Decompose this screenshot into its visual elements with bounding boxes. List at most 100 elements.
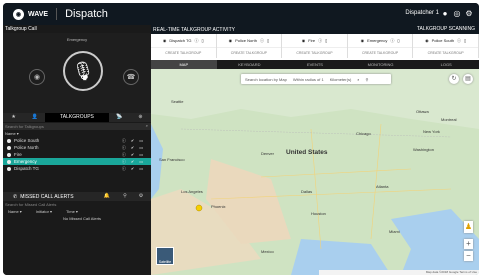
empty-message: No Missed Call Alerts xyxy=(63,216,102,221)
check-icon[interactable]: ✔ xyxy=(131,165,134,172)
info-icon[interactable]: ⓘ xyxy=(195,38,199,44)
talkgroup-search-input[interactable]: Search for Talkgroups ⌕ xyxy=(3,123,151,130)
list-item[interactable]: Dispatch TG ⓘ ✔ ▭ xyxy=(3,165,151,172)
radius-label[interactable]: Within radius of 1 xyxy=(293,77,324,82)
message-icon[interactable]: ▭ xyxy=(139,144,143,151)
channel-slot: ◉ Fire ⓘ ▯ CREATE TALKGROUP xyxy=(282,34,348,58)
col-initiator[interactable]: Initiator ▾ xyxy=(36,209,52,214)
channel-name: Emergency xyxy=(367,38,388,43)
info-icon[interactable]: ⓘ xyxy=(122,144,126,151)
mute-icon[interactable]: ▯ xyxy=(325,38,327,43)
message-icon[interactable]: ▭ xyxy=(139,165,143,172)
message-icon[interactable]: ▭ xyxy=(139,151,143,158)
speaker-icon[interactable]: ◉ xyxy=(163,38,167,43)
city-label: Atlanta xyxy=(376,184,389,189)
bell-icon[interactable]: 🔔 xyxy=(97,192,117,201)
message-icon[interactable]: ▭ xyxy=(139,158,143,165)
message-icon[interactable]: ▭ xyxy=(139,137,143,144)
talkgroup-list: Police South ⓘ ✔ ▭ Police North ⓘ ✔ ▭ Fire ⓘ ✔ ▭ … xyxy=(3,137,151,172)
tab-add[interactable]: ⊕ xyxy=(130,113,151,122)
user-status-icon[interactable]: ● xyxy=(440,9,450,19)
tab-logs[interactable]: LOGS xyxy=(413,60,479,69)
speaker-icon[interactable]: ◉ xyxy=(361,38,365,43)
push-to-talk-button[interactable]: 🎙 xyxy=(63,51,103,91)
city-label: Phoenix xyxy=(211,204,226,209)
wave-logo-icon: ◉ xyxy=(13,8,24,20)
map-search-bar[interactable]: Search location by Map Within radius of … xyxy=(241,74,391,84)
satellite-toggle[interactable]: Satellite xyxy=(156,247,174,265)
row-actions: ⓘ ✔ ▭ xyxy=(122,137,143,144)
speaker-icon[interactable]: ◉ xyxy=(302,38,306,43)
channel-controls: ◉ Police South ⓘ ▯ xyxy=(413,34,478,48)
tab-keyboard[interactable]: KEYBOARD xyxy=(217,60,283,69)
city-label: Los Angeles xyxy=(181,189,203,194)
channel-controls: ◉ Emergency ⓘ ▯ xyxy=(347,34,413,48)
city-label: Houston xyxy=(311,211,326,216)
street-view-icon[interactable]: ♟ xyxy=(464,221,473,233)
name-column-header[interactable]: Name ▾ xyxy=(5,131,19,136)
map-view[interactable]: Search location by Map Within radius of … xyxy=(151,69,479,275)
speaker-icon[interactable]: ◉ xyxy=(425,38,429,43)
tab-contacts[interactable]: 👤 xyxy=(24,113,45,122)
create-talkgroup-button[interactable]: CREATE TALKGROUP xyxy=(348,48,413,58)
speaker-icon[interactable]: ◉ xyxy=(229,38,233,43)
scanning-toggle[interactable]: TALKGROUP SCANNING xyxy=(417,25,475,34)
zoom-out-button[interactable]: − xyxy=(464,251,473,261)
check-icon[interactable]: ✔ xyxy=(131,144,134,151)
list-item[interactable]: Police South ⓘ ✔ ▭ xyxy=(3,137,151,144)
location-pin-icon[interactable]: ⚲ xyxy=(366,77,369,82)
check-icon[interactable]: ✔ xyxy=(131,151,134,158)
mute-icon[interactable]: ▯ xyxy=(202,38,204,43)
missed-search-input[interactable]: Search for Missed Call Alerts xyxy=(3,202,151,208)
info-icon[interactable]: ⓘ xyxy=(122,165,126,172)
create-talkgroup-button[interactable]: CREATE TALKGROUP xyxy=(217,48,282,58)
search-icon[interactable]: ⌕ xyxy=(357,77,359,82)
channel-strip: ◉ Dispatch TG ⓘ ▯ CREATE TALKGROUP ◉ Police … xyxy=(151,34,479,58)
check-icon[interactable]: ✔ xyxy=(131,158,134,165)
list-item[interactable]: Fire ⓘ ✔ ▭ xyxy=(3,151,151,158)
mute-icon[interactable]: ▯ xyxy=(267,38,269,43)
mute-icon[interactable]: ▯ xyxy=(464,38,466,43)
create-talkgroup-button[interactable]: CREATE TALKGROUP xyxy=(151,48,216,58)
gear-icon[interactable]: ⚙ xyxy=(464,9,474,19)
create-talkgroup-button[interactable]: CREATE TALKGROUP xyxy=(413,48,478,58)
user-name[interactable]: Dispatcher 1 xyxy=(405,10,439,16)
list-item[interactable]: Police North ⓘ ✔ ▭ xyxy=(3,144,151,151)
info-icon[interactable]: ⓘ xyxy=(318,38,322,44)
info-icon[interactable]: ⓘ xyxy=(457,38,461,44)
settings-icon[interactable]: ⚙ xyxy=(131,192,151,201)
list-item-selected[interactable]: Emergency ⓘ ✔ ▭ xyxy=(3,158,151,165)
col-time[interactable]: Time ▾ xyxy=(66,209,78,214)
info-icon[interactable]: ⓘ xyxy=(390,38,394,44)
info-icon[interactable]: ⓘ xyxy=(122,151,126,158)
search-icon[interactable]: ⌕ xyxy=(146,123,148,128)
map-search-placeholder: Search location by Map xyxy=(245,76,287,82)
talkgroup-icon xyxy=(7,159,11,164)
city-label: Mexico xyxy=(261,249,274,254)
refresh-icon[interactable]: ↻ xyxy=(449,74,459,84)
tab-monitoring[interactable]: MONITORING xyxy=(348,60,414,69)
info-icon[interactable]: ⓘ xyxy=(122,158,126,165)
row-actions: ⓘ ✔ ▭ xyxy=(122,158,143,165)
mute-icon[interactable]: ▯ xyxy=(397,38,399,43)
end-call-button[interactable]: ☎ xyxy=(123,69,139,85)
record-button[interactable]: ◉ xyxy=(29,69,45,85)
col-name[interactable]: Name ▾ xyxy=(8,209,22,214)
info-icon[interactable]: ⓘ xyxy=(260,38,264,44)
tab-map[interactable]: MAP xyxy=(151,60,217,69)
city-label: New York xyxy=(423,129,440,134)
tab-channels[interactable]: 📡 xyxy=(109,113,130,122)
zoom-in-button[interactable]: + xyxy=(464,239,473,249)
create-talkgroup-button[interactable]: CREATE TALKGROUP xyxy=(282,48,347,58)
tab-favorites[interactable]: ★ xyxy=(3,113,24,122)
tab-events[interactable]: EVENTS xyxy=(282,60,348,69)
talkgroup-name: Police North xyxy=(14,145,39,150)
unit-select[interactable]: Kilometer(s) xyxy=(330,77,352,82)
info-icon[interactable]: ⓘ xyxy=(122,137,126,144)
talkgroup-name: Emergency xyxy=(14,159,37,164)
check-icon[interactable]: ✔ xyxy=(131,137,134,144)
compass-icon[interactable]: ◎ xyxy=(452,9,462,19)
call-area: Emergency ◉ 🎙 ☎ xyxy=(3,33,151,113)
layers-icon[interactable]: ▤ xyxy=(463,74,473,84)
tab-talkgroups[interactable]: TALKGROUPS xyxy=(45,113,109,122)
